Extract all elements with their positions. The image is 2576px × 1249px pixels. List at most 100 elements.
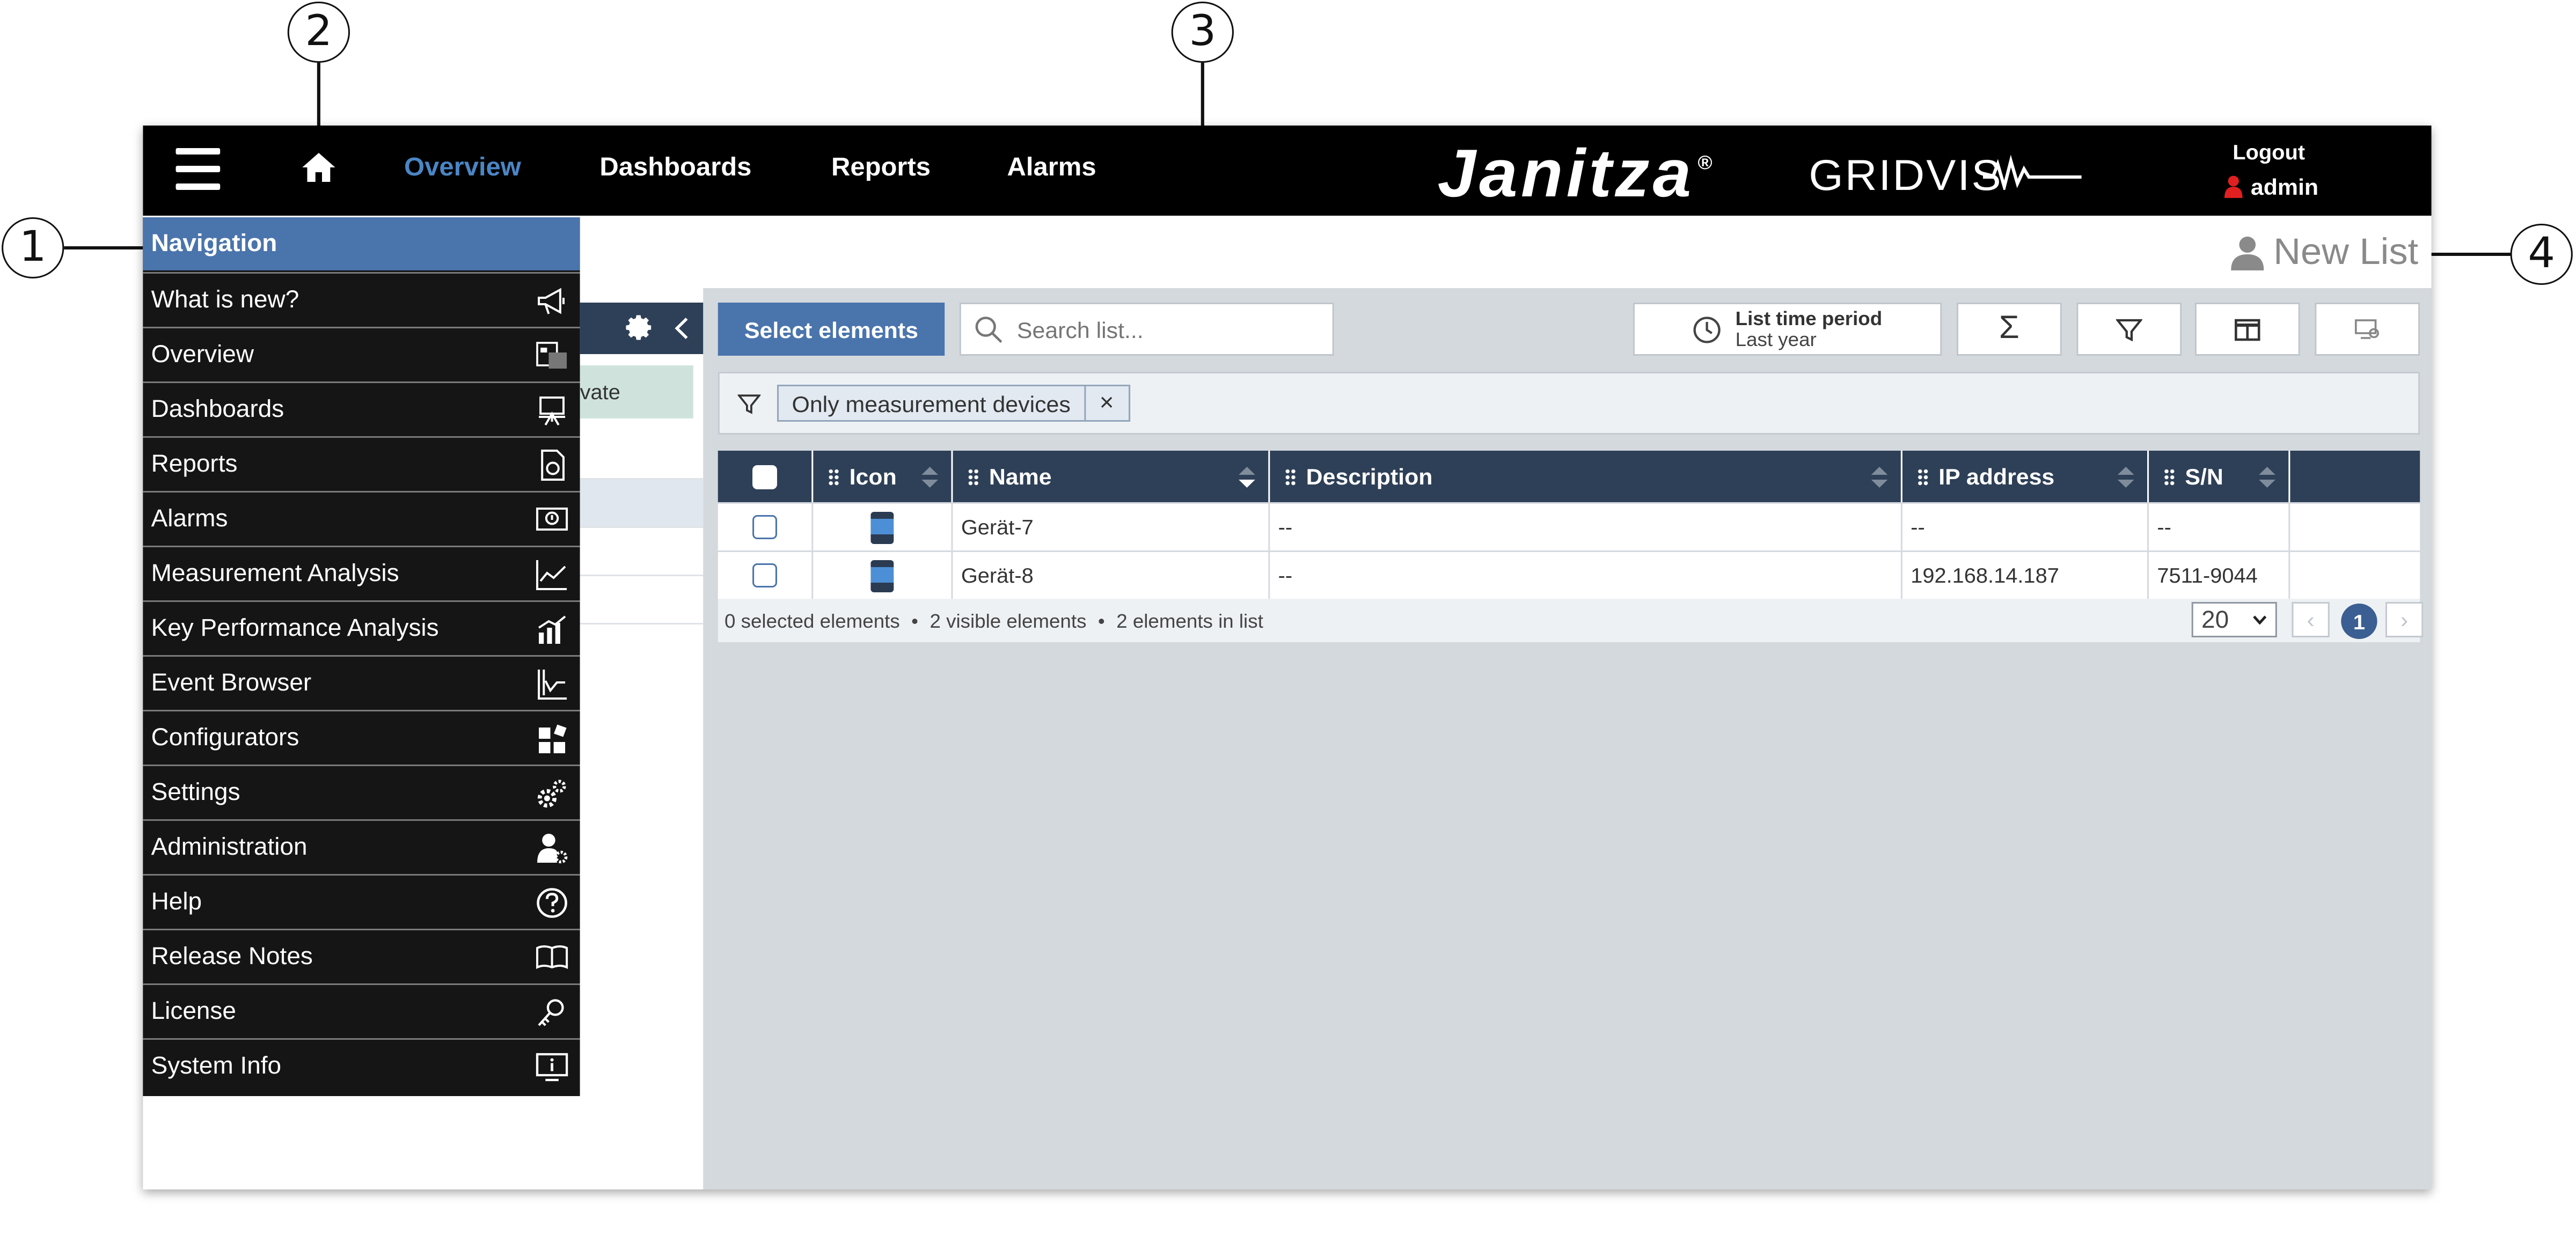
list-panel-header bbox=[580, 303, 704, 354]
home-icon[interactable] bbox=[301, 150, 336, 185]
row-select-cell bbox=[718, 552, 814, 599]
user-name: admin bbox=[2250, 174, 2319, 200]
nav-item-release-notes[interactable]: Release Notes bbox=[143, 929, 580, 982]
nav-item-key-performance-analysis[interactable]: Key Performance Analysis bbox=[143, 600, 580, 653]
filter-chip: Only measurement devices × bbox=[777, 385, 1130, 422]
row-sn-cell: -- bbox=[2149, 504, 2290, 550]
table-row[interactable]: Gerät-7 -- -- -- bbox=[718, 504, 2420, 552]
gears-icon bbox=[537, 780, 566, 808]
filter-icon bbox=[737, 394, 761, 414]
book-icon bbox=[536, 945, 568, 969]
product-name: GRIDVIS bbox=[1809, 151, 2003, 200]
screenshot-root: 1 2 3 4 Overview Dashboards Reports Alar… bbox=[0, 0, 2576, 1249]
navigation-title: Navigation bbox=[143, 217, 580, 270]
drag-handle-icon[interactable] bbox=[2163, 467, 2176, 486]
column-icon[interactable]: Icon bbox=[813, 451, 953, 502]
column-ip-address[interactable]: IP address bbox=[1902, 451, 2149, 502]
drag-handle-icon[interactable] bbox=[1917, 467, 1929, 486]
nav-item-label: Administration bbox=[151, 833, 308, 861]
time-period-button[interactable]: List time period Last year bbox=[1633, 303, 1942, 356]
collapse-chevron-icon[interactable] bbox=[674, 317, 690, 340]
nav-item-label: Measurement Analysis bbox=[151, 559, 399, 587]
row-name-cell: Gerät-7 bbox=[953, 504, 1270, 550]
current-page[interactable]: 1 bbox=[2341, 604, 2377, 639]
nav-item-alarms[interactable]: Alarms bbox=[143, 491, 580, 544]
private-lists-tab[interactable]: vate bbox=[580, 365, 693, 418]
logout-link[interactable]: Logout bbox=[2233, 140, 2305, 164]
search-input[interactable] bbox=[1013, 314, 1300, 344]
list-title-text: New List bbox=[2273, 230, 2419, 272]
row-description-cell: -- bbox=[1270, 504, 1902, 550]
nav-item-measurement-analysis[interactable]: Measurement Analysis bbox=[143, 546, 580, 599]
measurement-device-icon bbox=[870, 559, 894, 592]
sort-icon[interactable] bbox=[2259, 467, 2275, 488]
nav-item-label: Release Notes bbox=[151, 942, 313, 970]
display-settings-button[interactable] bbox=[2315, 303, 2420, 356]
nav-alarms[interactable]: Alarms bbox=[1007, 155, 1096, 183]
nav-item-event-browser[interactable]: Event Browser bbox=[143, 655, 580, 708]
configurator-icon bbox=[539, 724, 567, 753]
nav-item-what-is-new[interactable]: What is new? bbox=[143, 272, 580, 325]
list-panel-row-selected[interactable] bbox=[580, 480, 704, 528]
nav-item-overview[interactable]: Overview bbox=[143, 327, 580, 380]
next-page-button[interactable]: › bbox=[2385, 602, 2424, 637]
hamburger-menu-icon[interactable] bbox=[175, 148, 221, 190]
settings-gear-icon[interactable] bbox=[626, 314, 654, 341]
nav-item-administration[interactable]: Administration bbox=[143, 819, 580, 872]
list-panel-row[interactable] bbox=[580, 431, 704, 480]
select-all-checkbox[interactable] bbox=[752, 464, 777, 489]
list-panel-row[interactable] bbox=[580, 576, 704, 624]
alarm-icon bbox=[536, 508, 568, 531]
person-icon bbox=[2230, 236, 2264, 270]
brand-logo: Janitza ® bbox=[1438, 135, 1716, 212]
list-title: New List bbox=[2230, 230, 2419, 274]
filter-chip-label: Only measurement devices bbox=[792, 390, 1071, 416]
columns-button[interactable] bbox=[2194, 303, 2300, 356]
help-icon bbox=[537, 888, 567, 918]
nav-item-help[interactable]: Help bbox=[143, 874, 580, 927]
sort-icon[interactable] bbox=[2117, 467, 2134, 488]
filter-button[interactable] bbox=[2076, 303, 2182, 356]
drag-handle-icon[interactable] bbox=[1284, 467, 1297, 486]
column-description[interactable]: Description bbox=[1270, 451, 1902, 502]
callout-1-line bbox=[64, 246, 150, 249]
nav-item-dashboards[interactable]: Dashboards bbox=[143, 381, 580, 435]
column-name[interactable]: Name bbox=[953, 451, 1270, 502]
nav-item-label: Dashboards bbox=[151, 395, 284, 423]
nav-item-label: Reports bbox=[151, 450, 238, 477]
list-panel-row[interactable] bbox=[580, 528, 704, 576]
measurement-device-icon bbox=[870, 511, 894, 543]
table-row[interactable]: Gerät-8 -- 192.168.14.187 7511-9044 bbox=[718, 552, 2420, 600]
table-header: Icon Name Description IP address S/N bbox=[718, 451, 2420, 502]
nav-item-license[interactable]: License bbox=[143, 983, 580, 1037]
nav-dashboards[interactable]: Dashboards bbox=[599, 155, 751, 183]
column-sn[interactable]: S/N bbox=[2149, 451, 2290, 502]
page-size-select[interactable]: 20 bbox=[2191, 602, 2277, 637]
row-checkbox[interactable] bbox=[752, 563, 777, 587]
drag-handle-icon[interactable] bbox=[968, 467, 979, 486]
selected-count: 0 selected elements bbox=[724, 609, 900, 632]
row-checkbox[interactable] bbox=[752, 515, 777, 539]
nav-item-reports[interactable]: Reports bbox=[143, 436, 580, 489]
nav-item-system-info[interactable]: System Info bbox=[143, 1038, 580, 1091]
row-description-cell: -- bbox=[1270, 552, 1902, 599]
sort-icon[interactable] bbox=[1239, 467, 1255, 488]
nav-overview[interactable]: Overview bbox=[404, 155, 521, 183]
nav-item-configurators[interactable]: Configurators bbox=[143, 710, 580, 763]
select-elements-button[interactable]: Select elements bbox=[718, 303, 945, 356]
user-menu[interactable]: admin bbox=[2224, 174, 2318, 200]
key-icon bbox=[538, 999, 564, 1026]
nav-item-settings[interactable]: Settings bbox=[143, 765, 580, 818]
table-status-bar: 0 selected elements • 2 visible elements… bbox=[718, 599, 2424, 642]
active-filter-bar: Only measurement devices × bbox=[718, 372, 2420, 435]
columns-icon bbox=[2235, 318, 2260, 340]
prev-page-button[interactable]: ‹ bbox=[2292, 602, 2330, 637]
drag-handle-icon[interactable] bbox=[828, 467, 840, 486]
column-description-label: Description bbox=[1306, 464, 1433, 489]
sum-button[interactable]: Σ bbox=[1956, 303, 2062, 356]
nav-item-label: Settings bbox=[151, 778, 240, 806]
nav-reports[interactable]: Reports bbox=[831, 155, 931, 183]
remove-filter-button[interactable]: × bbox=[1084, 386, 1128, 420]
sort-icon[interactable] bbox=[921, 467, 938, 488]
sort-icon[interactable] bbox=[1871, 467, 1888, 488]
